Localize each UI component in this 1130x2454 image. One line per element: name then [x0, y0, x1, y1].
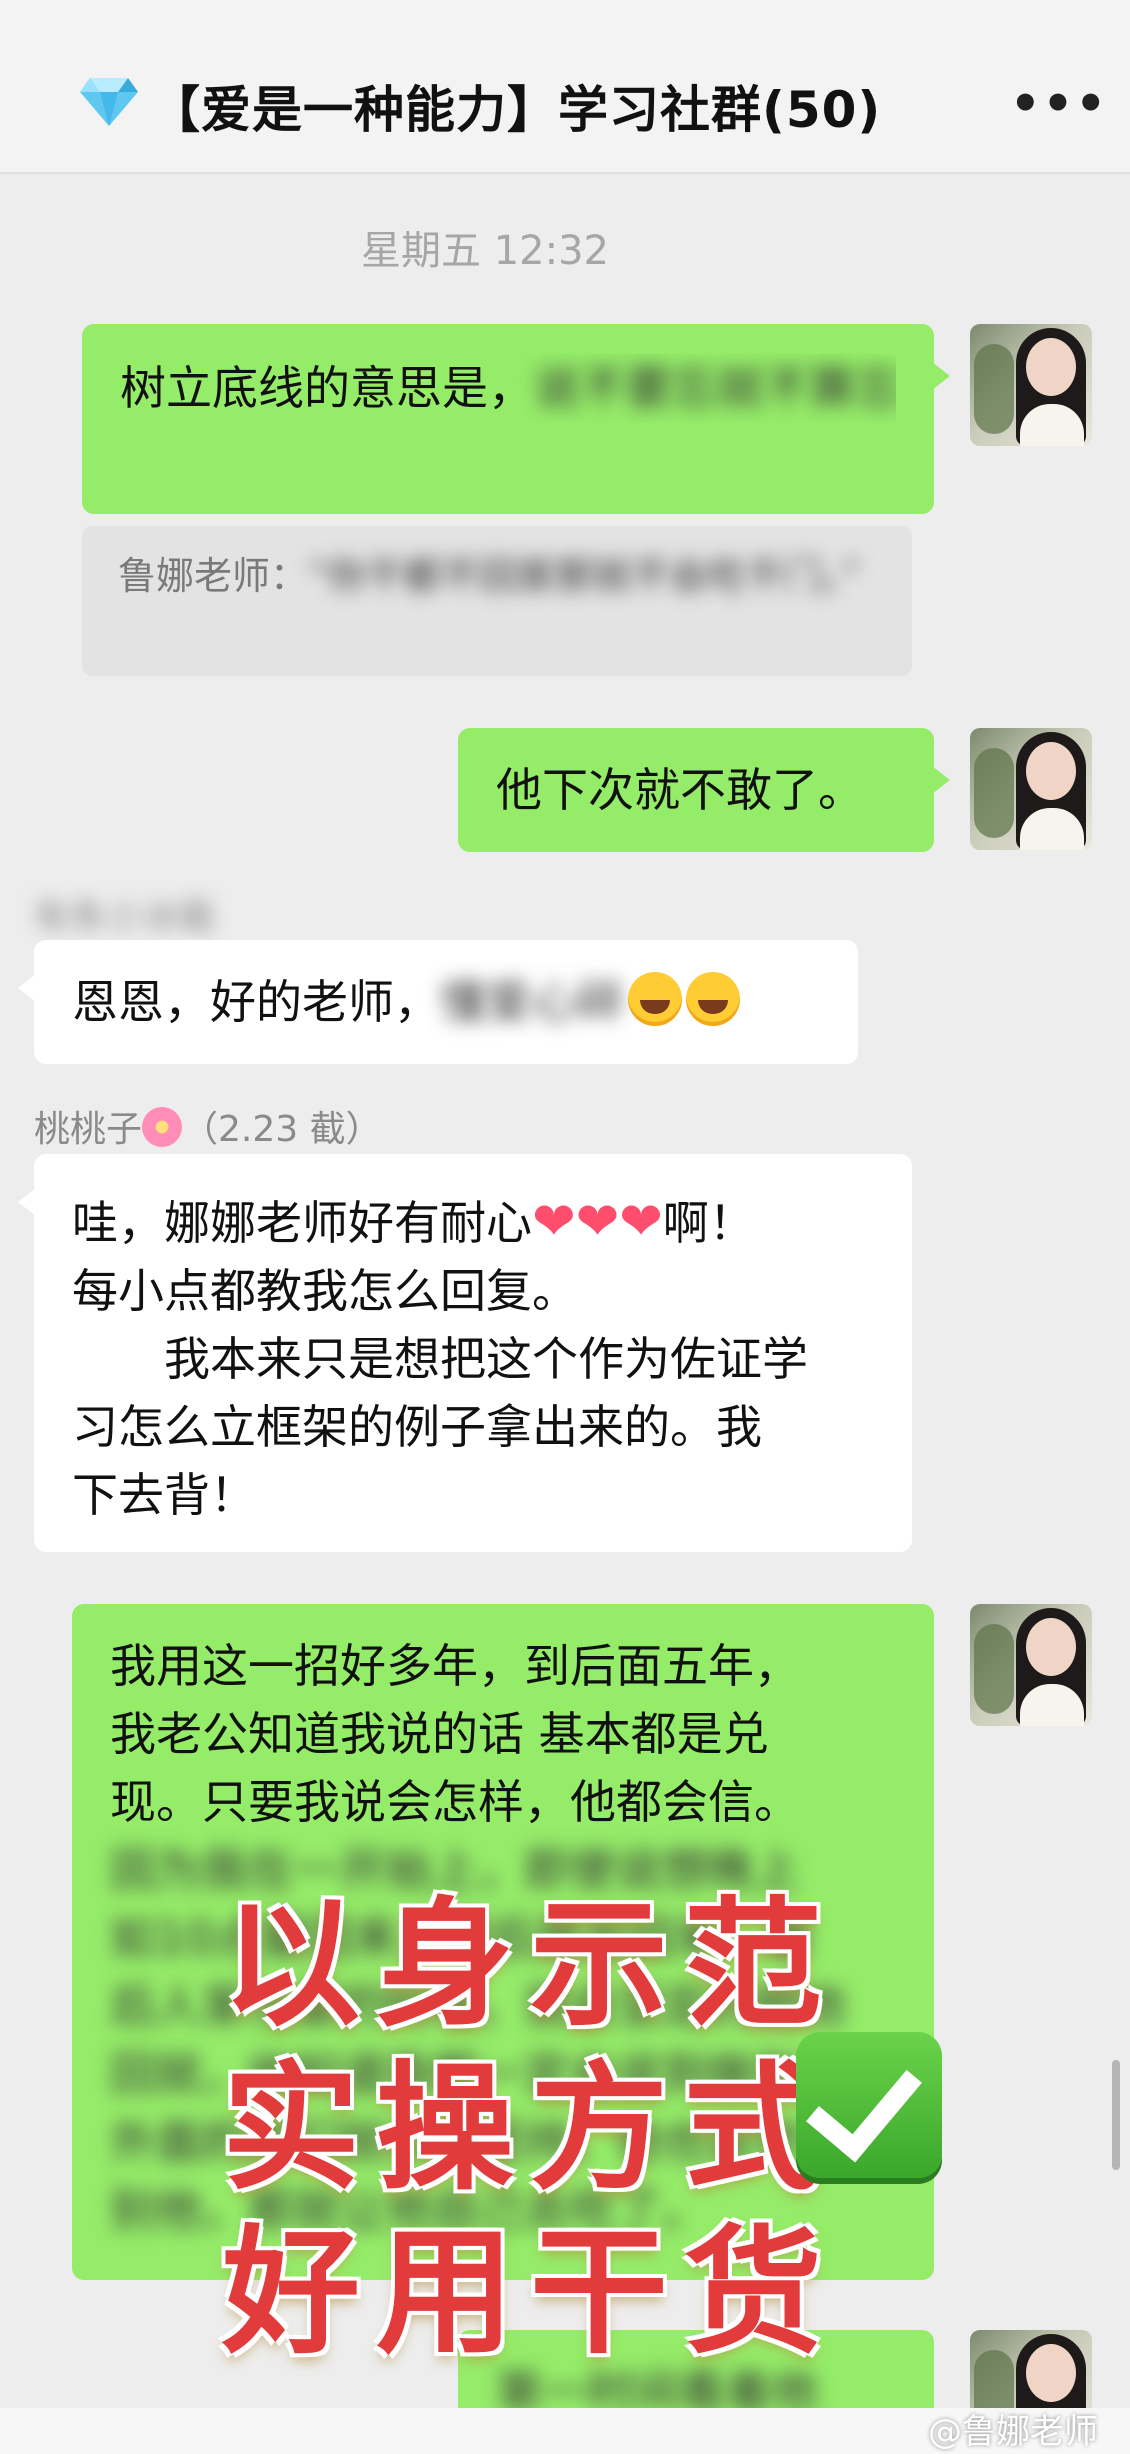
message-text: 现。只要我说会怎样，他都会信。	[110, 1775, 800, 1829]
scrollbar[interactable]	[1112, 2060, 1120, 2170]
message-text: 我本来只是想把这个作为佐证学	[72, 1332, 808, 1386]
message-text: 习怎么立框架的例子拿出来的。我	[72, 1400, 762, 1454]
message-text: 我老公知道我说的话 基本都是兑	[110, 1707, 769, 1761]
more-dots-icon[interactable]: •••	[1010, 76, 1108, 132]
message-bubble-other[interactable]: 恩恩，好的老师，懂爱心碎	[18, 940, 858, 1064]
message-text: 他下次就不敢了。	[496, 763, 864, 817]
message-text: 恩恩，好的老师，	[72, 975, 440, 1029]
quoted-message[interactable]: 鲁娜老师：“你干都不回家那就不会吃干门。”	[82, 526, 912, 676]
blurred-text: 懂爱心碎	[440, 975, 624, 1029]
message-timestamp: 星期五 12:32	[361, 228, 609, 274]
message-bubble-self[interactable]: 他下次就不敢了。	[458, 728, 950, 852]
diamond-icon	[80, 78, 138, 126]
message-text: 我用这一招好多年，到后面五年，	[110, 1639, 800, 1693]
sender-name: 有条小冰箱	[34, 897, 215, 938]
blurred-text: 说不要忘就不算忘！晚回来，就就该带你	[534, 361, 896, 415]
message-text: 每小点都教我怎么回复。	[72, 1264, 578, 1318]
overlay-caption-line: 好用干货	[222, 2210, 839, 2373]
avatar[interactable]	[970, 324, 1092, 446]
chat-title: 【爱是一种能力】学习社群(50)	[150, 81, 882, 139]
cherry-blossom-icon	[142, 1107, 183, 1147]
message-text: 树立底线的意思是，	[120, 361, 534, 415]
message-bubble-self[interactable]: 树立底线的意思是，说不要忘就不算忘！晚回来，就就该带你	[82, 324, 950, 514]
quote-sender: 鲁娜老师：	[118, 554, 309, 598]
blurred-text: “你干都不回家那就不会吃干门。”	[308, 554, 861, 598]
grinning-face-icon	[628, 972, 682, 1026]
message-text: 哇，娜娜老师好有耐心	[72, 1196, 532, 1250]
avatar[interactable]	[970, 1604, 1092, 1726]
chat-header: 【爱是一种能力】学习社群(50) •••	[0, 0, 1130, 174]
sender-name: 桃桃子 （2.23 截）	[34, 1107, 382, 1150]
heart-icons: ❤❤❤	[532, 1192, 663, 1252]
message-bubble-other[interactable]: 哇，娜娜老师好有耐心❤❤❤啊！ 每小点都教我怎么回复。 我本来只是想把这个作为佐…	[18, 1154, 912, 1552]
message-text: 下去背！	[72, 1468, 256, 1522]
avatar[interactable]	[970, 728, 1092, 850]
watermark: @鲁娜老师	[928, 2412, 1098, 2452]
grinning-face-icon	[686, 972, 740, 1026]
check-mark-icon	[796, 2032, 942, 2178]
